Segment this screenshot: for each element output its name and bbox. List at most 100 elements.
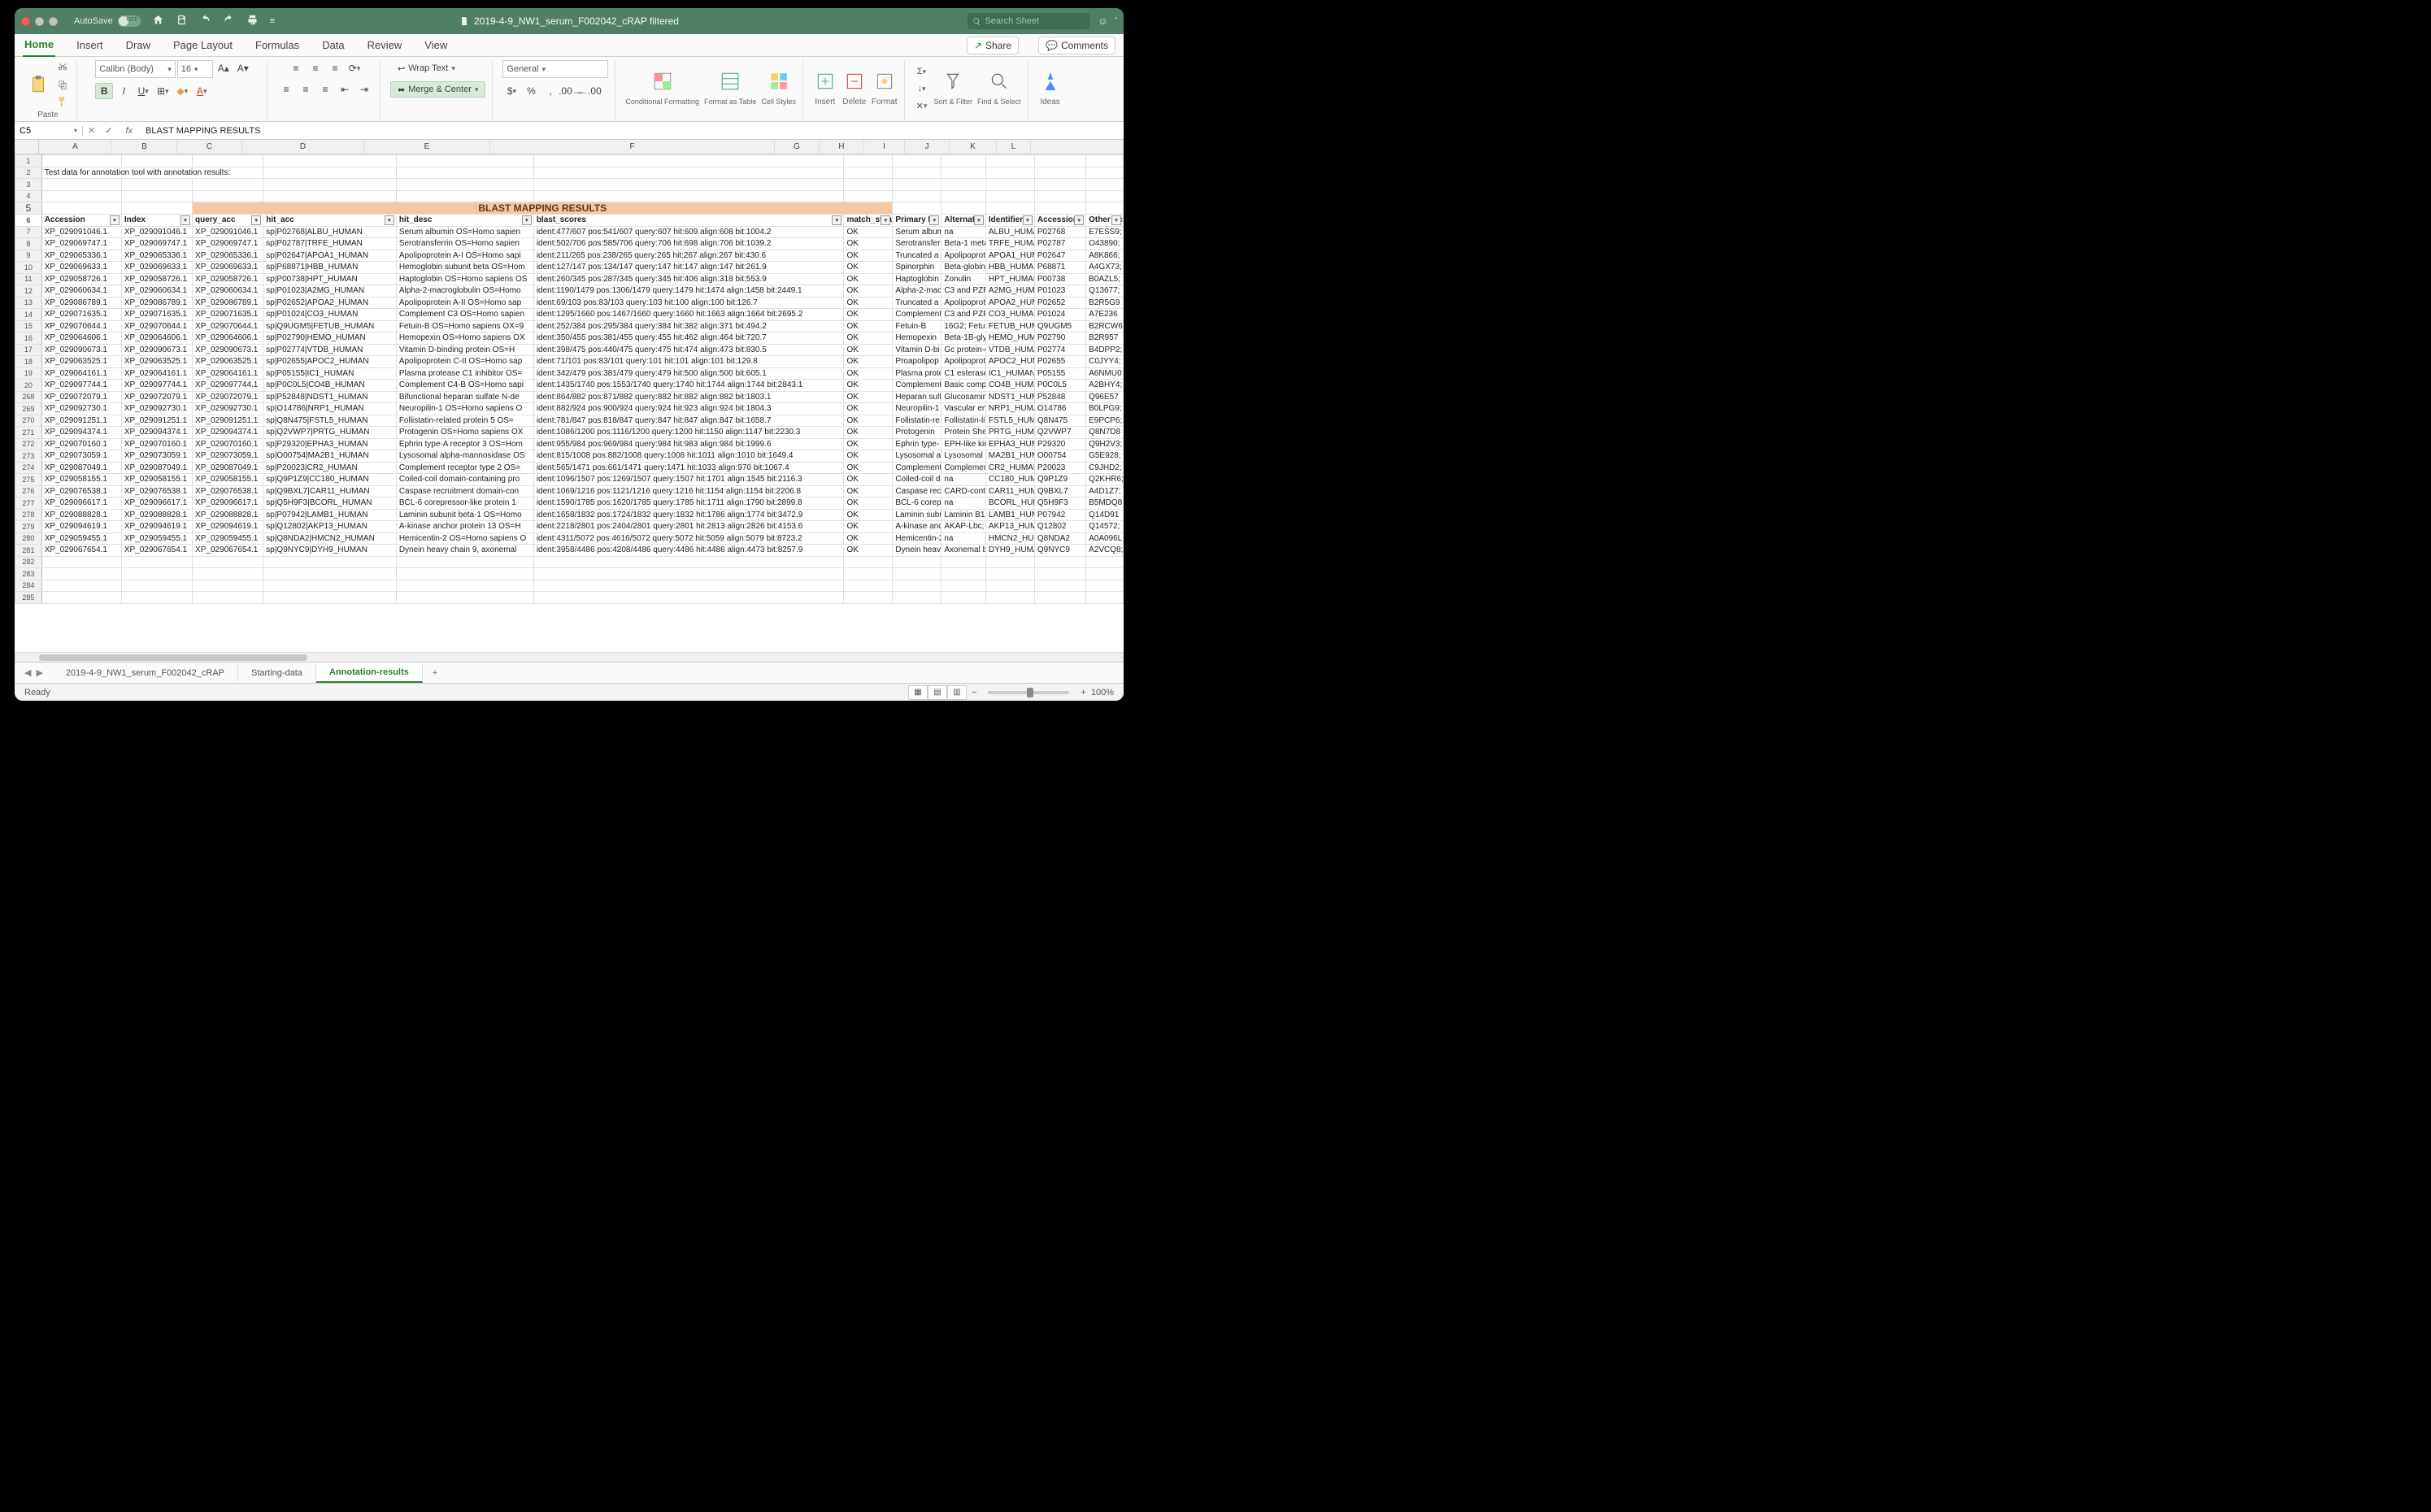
- col-header-I[interactable]: I: [864, 140, 905, 154]
- col-header-H[interactable]: H: [820, 140, 864, 154]
- page-layout-view-icon[interactable]: ▤: [928, 685, 947, 700]
- sheet-nav[interactable]: ◀▶: [15, 667, 53, 678]
- maximize-window[interactable]: [49, 17, 58, 26]
- col-header-F[interactable]: F: [490, 140, 775, 154]
- minimize-window[interactable]: [35, 17, 44, 26]
- align-right-icon[interactable]: ≡: [316, 81, 334, 98]
- increase-decimal-icon[interactable]: .00→: [561, 83, 579, 99]
- format-cells-button[interactable]: Format: [872, 69, 898, 109]
- tab-review[interactable]: Review: [366, 34, 404, 56]
- autosave-toggle[interactable]: AutoSave: [74, 15, 141, 27]
- grid-table[interactable]: 12Test data for annotation tool with ann…: [15, 154, 1124, 604]
- align-bottom-icon[interactable]: ≡: [326, 60, 344, 76]
- search-sheet[interactable]: Search Sheet: [968, 13, 1089, 29]
- undo-icon[interactable]: [199, 14, 211, 28]
- orientation-icon[interactable]: ⟳▾: [346, 60, 363, 76]
- format-as-table-button[interactable]: Format as Table: [704, 69, 756, 108]
- cancel-icon[interactable]: ✕: [83, 125, 100, 136]
- col-header-G[interactable]: G: [775, 140, 820, 154]
- autosum-icon[interactable]: Σ▾: [915, 64, 929, 79]
- increase-font-icon[interactable]: A▴: [215, 60, 233, 76]
- percent-icon[interactable]: %: [522, 83, 540, 99]
- delete-cells-button[interactable]: Delete: [842, 69, 867, 109]
- column-headers[interactable]: ABCDEFGHIJKL: [15, 140, 1124, 154]
- feedback-icon[interactable]: ☺: [1098, 15, 1107, 27]
- col-header-K[interactable]: K: [950, 140, 997, 154]
- sheet-tab-0[interactable]: 2019-4-9_NW1_serum_F002042_cRAP: [53, 664, 238, 682]
- comments-button[interactable]: 💬Comments: [1038, 37, 1115, 54]
- tab-page-layout[interactable]: Page Layout: [172, 34, 234, 56]
- find-select-button[interactable]: Find & Select: [977, 69, 1021, 108]
- align-left-icon[interactable]: ≡: [277, 81, 295, 98]
- increase-indent-icon[interactable]: ⇥: [355, 81, 373, 98]
- fill-icon[interactable]: ↓▾: [915, 81, 929, 96]
- name-box[interactable]: C5▾: [15, 126, 83, 136]
- home-icon[interactable]: [152, 14, 164, 28]
- share-button[interactable]: ↗Share: [967, 37, 1019, 54]
- decrease-decimal-icon[interactable]: ←.00: [581, 83, 598, 99]
- bold-button[interactable]: B: [95, 83, 113, 99]
- copy-icon[interactable]: [55, 77, 70, 92]
- page-break-view-icon[interactable]: ▥: [947, 685, 967, 700]
- select-all-corner[interactable]: [15, 140, 39, 154]
- fill-color-button[interactable]: ◆▾: [173, 83, 191, 99]
- paste-button[interactable]: [26, 72, 50, 97]
- col-header-D[interactable]: D: [242, 140, 364, 154]
- zoom-level[interactable]: 100%: [1091, 688, 1114, 697]
- wrap-text-button[interactable]: ↩Wrap Text▾: [390, 60, 463, 76]
- close-window[interactable]: [21, 17, 30, 26]
- number-format-select[interactable]: General▾: [502, 60, 608, 78]
- clear-icon[interactable]: ✕▾: [915, 98, 929, 113]
- print-icon[interactable]: [246, 14, 259, 28]
- tab-data[interactable]: Data: [320, 34, 346, 56]
- align-top-icon[interactable]: ≡: [287, 60, 305, 76]
- view-buttons[interactable]: ▦ ▤ ▥: [908, 685, 967, 700]
- tab-insert[interactable]: Insert: [75, 34, 105, 56]
- formula-content[interactable]: BLAST MAPPING RESULTS: [141, 126, 265, 136]
- add-sheet-button[interactable]: +: [423, 664, 447, 682]
- cell-styles-button[interactable]: Cell Styles: [761, 69, 796, 108]
- insert-cells-button[interactable]: Insert: [813, 69, 837, 109]
- format-painter-icon[interactable]: [55, 94, 70, 109]
- col-header-A[interactable]: A: [39, 140, 112, 154]
- zoom-slider[interactable]: [988, 691, 1069, 694]
- tab-home[interactable]: Home: [23, 33, 55, 57]
- fx-icon[interactable]: fx: [117, 126, 141, 136]
- decrease-indent-icon[interactable]: ⇤: [336, 81, 354, 98]
- tab-formulas[interactable]: Formulas: [254, 34, 301, 56]
- zoom-out-icon[interactable]: −: [972, 688, 976, 697]
- merge-center-button[interactable]: ⬌Merge & Center▾: [390, 81, 485, 98]
- conditional-formatting-button[interactable]: Conditional Formatting: [625, 69, 699, 108]
- font-color-button[interactable]: A▾: [193, 83, 211, 99]
- col-header-L[interactable]: L: [997, 140, 1031, 154]
- sheet-tab-1[interactable]: Starting-data: [238, 664, 316, 682]
- decrease-font-icon[interactable]: A▾: [234, 60, 252, 76]
- autosave-switch[interactable]: [118, 15, 141, 27]
- col-header-B[interactable]: B: [112, 140, 177, 154]
- col-header-C[interactable]: C: [177, 140, 242, 154]
- sort-filter-button[interactable]: Sort & Filter: [934, 69, 973, 108]
- font-name-select[interactable]: Calibri (Body)▾: [95, 60, 176, 78]
- comma-icon[interactable]: ,: [541, 83, 559, 99]
- cut-icon[interactable]: [55, 60, 70, 75]
- align-middle-icon[interactable]: ≡: [307, 60, 324, 76]
- col-header-E[interactable]: E: [364, 140, 490, 154]
- underline-button[interactable]: U▾: [134, 83, 152, 99]
- redo-icon[interactable]: [223, 14, 235, 28]
- save-icon[interactable]: [176, 14, 188, 28]
- currency-icon[interactable]: $▾: [502, 83, 520, 99]
- horizontal-scrollbar[interactable]: [15, 652, 1124, 662]
- tab-draw[interactable]: Draw: [124, 34, 152, 56]
- qat-more-icon[interactable]: ≡: [270, 16, 275, 26]
- tab-view[interactable]: View: [423, 34, 449, 56]
- col-header-J[interactable]: J: [905, 140, 950, 154]
- italic-button[interactable]: I: [115, 83, 133, 99]
- ideas-button[interactable]: Ideas: [1038, 69, 1063, 109]
- zoom-in-icon[interactable]: +: [1081, 688, 1085, 697]
- ribbon-collapse-icon[interactable]: ˆ: [1115, 17, 1117, 26]
- align-center-icon[interactable]: ≡: [297, 81, 315, 98]
- normal-view-icon[interactable]: ▦: [908, 685, 928, 700]
- border-button[interactable]: ⊞▾: [154, 83, 172, 99]
- spreadsheet-grid[interactable]: ABCDEFGHIJKL 12Test data for annotation …: [15, 140, 1124, 652]
- font-size-select[interactable]: 16▾: [177, 60, 213, 78]
